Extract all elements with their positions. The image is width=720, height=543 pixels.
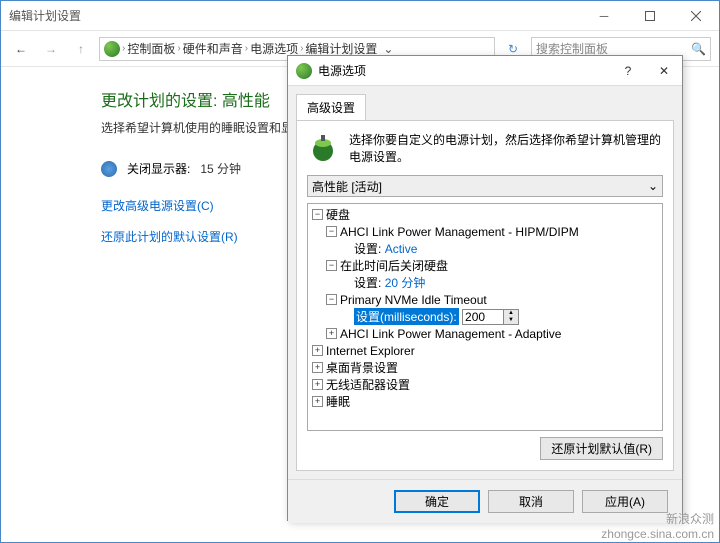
ahci-hipm-value[interactable]: Active (385, 242, 418, 256)
apply-button[interactable]: 应用(A) (582, 490, 668, 513)
expand-icon[interactable]: + (312, 396, 323, 407)
plan-selected-value: 高性能 [活动] (312, 178, 382, 195)
titlebar: 编辑计划设置 ─ (1, 1, 719, 31)
power-plan-select[interactable]: 高性能 [活动] ⌄ (307, 175, 663, 197)
help-button[interactable]: ? (610, 56, 646, 86)
cancel-button[interactable]: 取消 (488, 490, 574, 513)
nvme-setting-label: 设置(milliseconds): (354, 308, 459, 325)
expand-icon[interactable]: + (312, 379, 323, 390)
collapse-icon[interactable]: − (326, 294, 337, 305)
expand-icon[interactable]: + (312, 362, 323, 373)
back-button[interactable]: ← (9, 37, 33, 61)
tab-strip: 高级设置 (296, 94, 674, 120)
tree-wireless[interactable]: 无线适配器设置 (326, 376, 410, 393)
close-button[interactable] (673, 1, 719, 31)
chevron-right-icon: › (177, 43, 180, 54)
chevron-right-icon: › (245, 43, 248, 54)
power-icon (296, 63, 312, 79)
tree-ahci-hipm[interactable]: AHCI Link Power Management - HIPM/DIPM (340, 225, 579, 239)
up-button[interactable]: ↑ (69, 37, 93, 61)
chevron-right-icon: › (122, 43, 125, 54)
settings-tree[interactable]: −硬盘 −AHCI Link Power Management - HIPM/D… (307, 203, 663, 431)
setting-label: 设置: (354, 274, 381, 291)
maximize-button[interactable] (627, 1, 673, 31)
minimize-button[interactable]: ─ (581, 1, 627, 31)
ok-button[interactable]: 确定 (394, 490, 480, 513)
spin-up[interactable]: ▲ (504, 310, 518, 317)
watermark: 新浪众测 zhongce.sina.com.cn (601, 512, 714, 541)
nvme-value-input[interactable] (463, 310, 503, 324)
display-off-label: 关闭显示器: (127, 160, 190, 177)
tree-turn-off[interactable]: 在此时间后关闭硬盘 (340, 257, 448, 274)
breadcrumb-dropdown[interactable]: ⌄ (379, 42, 397, 56)
tree-hard-disk[interactable]: 硬盘 (326, 206, 350, 223)
power-plan-icon (307, 131, 339, 163)
tree-sleep[interactable]: 睡眠 (326, 393, 350, 410)
chevron-right-icon: › (300, 43, 303, 54)
tab-advanced[interactable]: 高级设置 (296, 94, 366, 120)
dialog-description: 选择你要自定义的电源计划，然后选择你希望计算机管理的电源设置。 (349, 131, 663, 165)
display-off-dropdown[interactable]: 15 分钟 (200, 160, 241, 177)
search-icon: 🔍 (691, 42, 706, 56)
turn-off-value[interactable]: 20 分钟 (385, 274, 426, 291)
expand-icon[interactable]: + (312, 345, 323, 356)
tree-nvme[interactable]: Primary NVMe Idle Timeout (340, 293, 487, 307)
control-panel-icon (104, 41, 120, 57)
tab-content: 选择你要自定义的电源计划，然后选择你希望计算机管理的电源设置。 高性能 [活动]… (296, 120, 674, 471)
forward-button[interactable]: → (39, 37, 63, 61)
restore-plan-defaults-button[interactable]: 还原计划默认值(R) (540, 437, 663, 460)
nvme-value-spinner[interactable]: ▲▼ (462, 309, 519, 325)
dialog-close-button[interactable]: ✕ (646, 56, 682, 86)
setting-label: 设置: (354, 240, 381, 257)
display-icon (101, 161, 117, 177)
tree-ahci-adaptive[interactable]: AHCI Link Power Management - Adaptive (340, 327, 561, 341)
collapse-icon[interactable]: − (326, 260, 337, 271)
power-options-dialog: 电源选项 ? ✕ 高级设置 选择你要自定义的电源计划，然后选择你希望计算机管理的… (287, 55, 683, 521)
dialog-titlebar: 电源选项 ? ✕ (288, 56, 682, 86)
dialog-title: 电源选项 (318, 62, 610, 79)
expand-icon[interactable]: + (326, 328, 337, 339)
chevron-down-icon: ⌄ (648, 179, 658, 193)
tree-desktop-bg[interactable]: 桌面背景设置 (326, 359, 398, 376)
tree-ie[interactable]: Internet Explorer (326, 344, 415, 358)
collapse-icon[interactable]: − (312, 209, 323, 220)
window-title: 编辑计划设置 (9, 7, 581, 24)
collapse-icon[interactable]: − (326, 226, 337, 237)
breadcrumb-item[interactable]: 控制面板 (127, 40, 175, 57)
breadcrumb-item[interactable]: 硬件和声音 (183, 40, 243, 57)
spin-down[interactable]: ▼ (504, 317, 518, 324)
